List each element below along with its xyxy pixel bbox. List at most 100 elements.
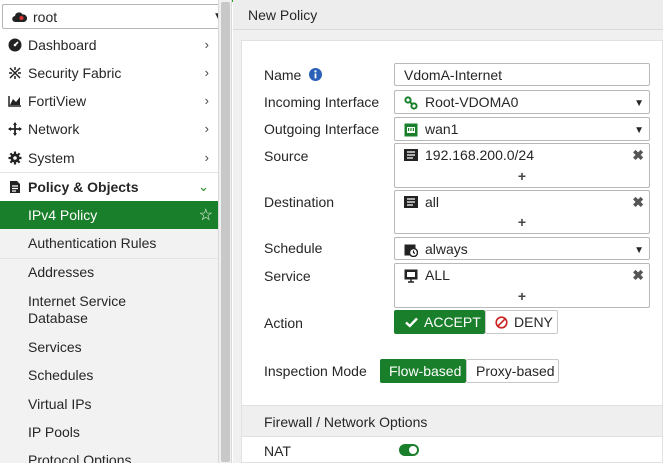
star-favorite-icon[interactable]: ☆ <box>199 205 213 225</box>
sidebar-item-label: Policy & Objects <box>28 179 139 195</box>
name-input[interactable]: VdomA-Internet <box>394 63 650 86</box>
address-icon <box>404 149 418 161</box>
outgoing-interface-value: wan1 <box>425 121 459 137</box>
sidebar-subitem-authentication-rules[interactable]: Authentication Rules <box>0 229 218 258</box>
sidebar-subitem-ipv4-policy[interactable]: IPv4 Policy ☆ <box>0 201 218 229</box>
sidebar-item-policy-objects[interactable]: Policy & Objects ⌄ <box>0 173 218 201</box>
service-field[interactable]: ALL ✖ + <box>394 263 650 308</box>
sidebar-subitem-internet-service-database[interactable]: Internet Service Database <box>0 287 218 333</box>
chevron-right-icon: › <box>204 150 209 165</box>
link-icon <box>404 96 418 110</box>
deny-icon <box>495 316 508 329</box>
nat-toggle[interactable] <box>399 444 419 456</box>
service-value: ALL <box>425 267 450 283</box>
system-gear-icon <box>8 151 22 165</box>
chevron-right-icon: › <box>204 121 209 136</box>
sidebar-item-security-fabric[interactable]: Security Fabric › <box>0 59 218 87</box>
chevron-down-icon: ▼ <box>634 98 644 109</box>
remove-icon[interactable]: ✖ <box>632 267 644 284</box>
schedule-value: always <box>425 241 468 257</box>
policy-objects-submenu: IPv4 Policy ☆ Authentication Rules Addre… <box>0 201 218 463</box>
sidebar-subitem-label: Services <box>28 339 82 355</box>
security-fabric-icon <box>9 67 21 79</box>
sidebar-item-label: System <box>28 150 75 166</box>
remove-icon[interactable]: ✖ <box>632 147 644 164</box>
destination-value: all <box>425 194 440 210</box>
outgoing-interface-select[interactable]: wan1 ▼ <box>394 117 650 141</box>
vdom-value: root <box>33 9 58 25</box>
incoming-interface-value: Root-VDOMA0 <box>425 94 519 110</box>
section-title: Firewall / Network Options <box>264 414 428 430</box>
page-title: New Policy <box>248 7 318 23</box>
sidebar-item-network[interactable]: Network › <box>0 115 218 143</box>
deny-button[interactable]: DENY <box>485 310 558 334</box>
source-label: Source <box>264 148 309 164</box>
sidebar-subitem-services[interactable]: Services <box>0 333 218 361</box>
dashboard-icon <box>8 38 22 52</box>
accept-label: ACCEPT <box>424 314 481 330</box>
name-label: Name <box>264 67 323 83</box>
add-service-button[interactable]: + <box>395 288 649 304</box>
sidebar-item-label: Network <box>28 121 80 137</box>
port-icon <box>404 123 418 137</box>
sidebar-scrollbar[interactable] <box>219 0 232 463</box>
sidebar-subitem-addresses[interactable]: Addresses <box>0 258 218 287</box>
add-source-button[interactable]: + <box>395 168 649 184</box>
chevron-down-icon: ▼ <box>634 245 644 256</box>
sidebar-subitem-label: Schedules <box>28 367 94 383</box>
incoming-interface-select[interactable]: Root-VDOMA0 ▼ <box>394 90 650 114</box>
incoming-interface-label: Incoming Interface <box>264 94 380 110</box>
sidebar-subitem-label: Addresses <box>28 264 95 280</box>
checkmark-icon <box>405 317 418 328</box>
sidebar-subitem-label: Protocol Options <box>28 452 132 463</box>
action-label: Action <box>264 315 303 331</box>
destination-field[interactable]: all ✖ + <box>394 190 650 234</box>
vdom-selector[interactable]: root ▼ <box>2 4 218 29</box>
sidebar-subitem-label: IPv4 Policy <box>28 207 98 223</box>
outgoing-interface-label: Outgoing Interface <box>264 121 380 137</box>
source-field[interactable]: 192.168.200.0/24 ✖ + <box>394 143 650 188</box>
sidebar-item-fortiview[interactable]: FortiView › <box>0 87 218 115</box>
sidebar-item-label: FortiView <box>28 93 87 109</box>
chevron-right-icon: › <box>204 65 209 80</box>
sidebar: root ▼ Dashboard › Security Fabric › For… <box>0 0 219 463</box>
fortiview-icon <box>8 96 21 107</box>
sidebar-subitem-label: IP Pools <box>28 424 80 440</box>
accept-button[interactable]: ACCEPT <box>394 310 485 334</box>
cloud-icon <box>12 12 27 23</box>
sidebar-subitem-schedules[interactable]: Schedules <box>0 361 218 390</box>
sidebar-subitem-protocol-options[interactable]: Protocol Options <box>0 446 218 463</box>
sidebar-subitem-label: Internet Service Database <box>28 293 127 326</box>
sidebar-subitem-ip-pools[interactable]: IP Pools <box>0 418 218 446</box>
destination-label: Destination <box>264 194 335 210</box>
service-label: Service <box>264 268 311 284</box>
remove-icon[interactable]: ✖ <box>632 194 644 211</box>
sidebar-subitem-virtual-ips[interactable]: Virtual IPs <box>0 390 218 418</box>
address-icon <box>404 196 418 208</box>
schedule-select[interactable]: always ▼ <box>394 237 650 260</box>
page-header: New Policy <box>233 0 663 30</box>
name-value: VdomA-Internet <box>404 67 503 83</box>
sidebar-subitem-label: Virtual IPs <box>28 396 92 412</box>
sidebar-item-system[interactable]: System › <box>0 144 218 172</box>
chevron-down-icon: ⌄ <box>198 179 209 194</box>
section-header: Firewall / Network Options <box>242 405 662 437</box>
source-value: 192.168.200.0/24 <box>425 147 534 163</box>
sidebar-subitem-label: Authentication Rules <box>28 235 157 251</box>
chevron-right-icon: › <box>204 93 209 108</box>
policy-objects-icon <box>10 181 20 193</box>
inspection-mode-label: Inspection Mode <box>264 363 367 379</box>
nat-label: NAT <box>264 443 291 459</box>
flow-based-button[interactable]: Flow-based <box>380 359 466 383</box>
network-icon <box>8 122 22 136</box>
sidebar-item-label: Security Fabric <box>28 65 122 81</box>
deny-label: DENY <box>514 314 553 330</box>
sidebar-item-dashboard[interactable]: Dashboard › <box>0 31 218 59</box>
scrollbar-thumb[interactable] <box>221 2 230 462</box>
calendar-clock-icon <box>404 244 418 257</box>
add-destination-button[interactable]: + <box>395 214 649 230</box>
policy-form: Name VdomA-Internet Incoming Interface R… <box>241 40 663 463</box>
proxy-based-button[interactable]: Proxy-based <box>466 359 559 383</box>
main-content: New Policy Name VdomA-Internet Incoming … <box>233 0 663 463</box>
info-icon[interactable] <box>309 68 323 81</box>
